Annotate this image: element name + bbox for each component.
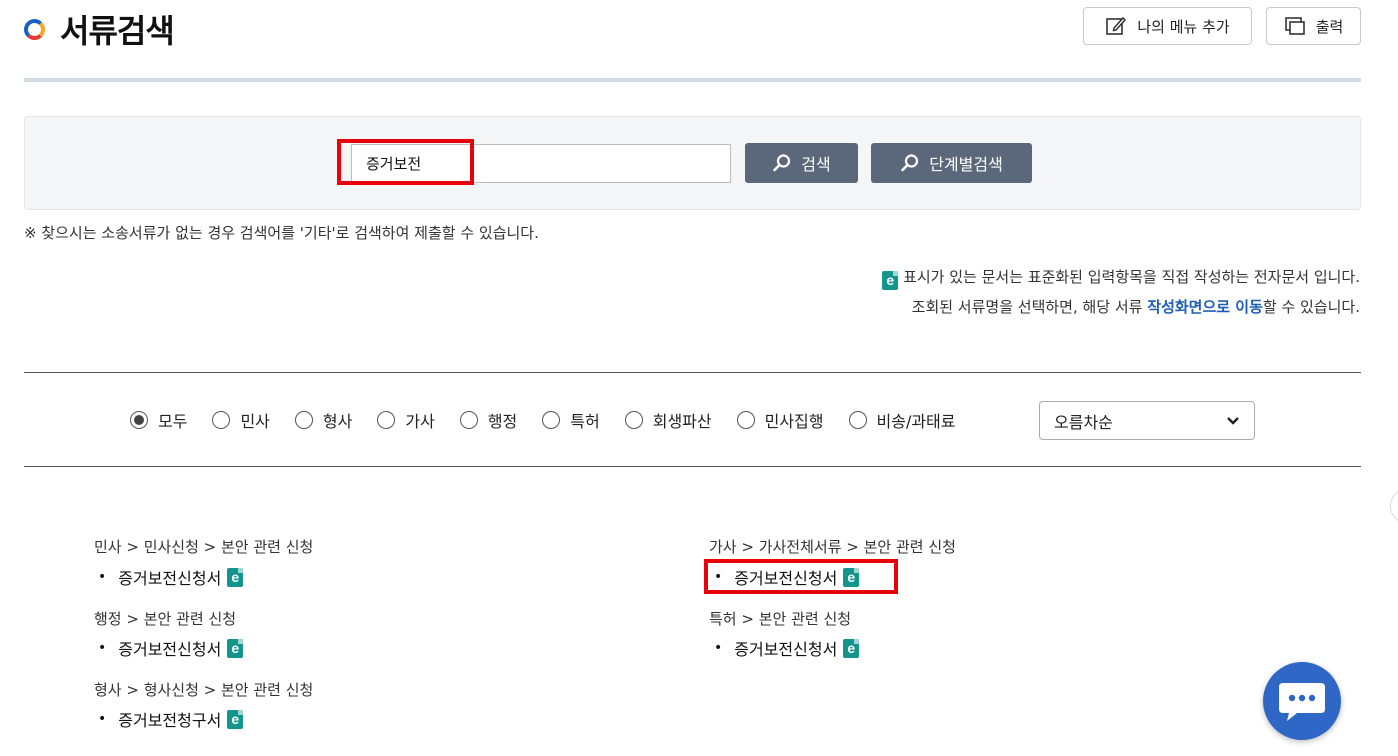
- category-filter-group: 모두 민사 형사 가사 행정 특허 회생파산 민사집행 비송/과태료: [130, 408, 981, 432]
- side-panel-handle[interactable]: [1390, 488, 1398, 524]
- radio-civil[interactable]: 민사: [212, 408, 270, 432]
- e-document-icon: e: [843, 638, 860, 658]
- result-document-name: 증거보전신청서: [118, 640, 222, 659]
- search-icon: [901, 154, 919, 172]
- radio-circle: [459, 411, 478, 429]
- radio-all[interactable]: 모두: [130, 408, 187, 432]
- chevron-down-icon: [1227, 416, 1239, 425]
- search-button-label: 검색: [801, 155, 831, 174]
- navigate-info-line: 조회된 서류명을 선택하면, 해당 서류 작성화면으로 이동할 수 있습니다.: [912, 296, 1360, 317]
- print-label: 출력: [1315, 17, 1344, 36]
- result-document-link[interactable]: • 증거보전청구서 e: [98, 707, 244, 731]
- result-document-link[interactable]: • 증거보전신청서 e: [714, 636, 860, 660]
- filter-top-divider: [24, 372, 1361, 373]
- search-button[interactable]: 검색: [745, 143, 858, 183]
- edoc-info-line: e 표시가 있는 문서는 표준화된 입력항목을 직접 작성하는 전자문서 입니다…: [882, 266, 1360, 290]
- e-document-icon: e: [227, 567, 244, 587]
- e-document-icon: e: [227, 638, 244, 658]
- title-logo-icon: [24, 19, 45, 40]
- navigate-info-link-text: 작성화면으로 이동: [1147, 298, 1263, 316]
- search-notice: ※ 찾으시는 소송서류가 없는 경우 검색어를 '기타'로 검색하여 제출할 수…: [24, 224, 539, 242]
- print-button[interactable]: 출력: [1266, 7, 1361, 45]
- page-title: 서류검색: [60, 12, 175, 50]
- result-document-name: 증거보전신청서: [118, 569, 222, 588]
- radio-label: 형사: [322, 412, 353, 431]
- radio-label: 모두: [158, 412, 188, 431]
- radio-label: 특허: [570, 412, 600, 431]
- radio-civil-execution[interactable]: 민사집행: [736, 408, 824, 432]
- bullet: •: [98, 711, 107, 727]
- step-search-button[interactable]: 단계별검색: [871, 143, 1032, 183]
- bullet: •: [714, 569, 723, 585]
- e-document-icon: e: [882, 271, 899, 290]
- radio-circle: [848, 411, 867, 429]
- result-document-name: 증거보전청구서: [118, 711, 222, 730]
- sort-order-select[interactable]: 오름차순: [1039, 401, 1255, 440]
- result-document-name: 증거보전신청서: [734, 569, 838, 588]
- step-search-button-label: 단계별검색: [929, 155, 1003, 174]
- radio-label: 민사집행: [764, 412, 824, 431]
- radio-bankruptcy[interactable]: 회생파산: [624, 408, 712, 432]
- chatbot-button[interactable]: [1263, 662, 1341, 740]
- print-icon: [1284, 17, 1305, 35]
- bullet: •: [714, 640, 723, 656]
- radio-circle: [542, 411, 561, 429]
- result-document-link[interactable]: • 증거보전신청서 e: [98, 636, 244, 660]
- search-input[interactable]: [351, 144, 731, 183]
- radio-circle: [212, 411, 231, 429]
- result-category-path: 가사 > 가사전체서류 > 본안 관련 신청: [709, 538, 956, 556]
- bullet: •: [98, 640, 107, 656]
- navigate-info-suffix: 할 수 있습니다.: [1262, 298, 1360, 316]
- radio-circle: [294, 411, 313, 429]
- result-category-path: 특허 > 본안 관련 신청: [709, 610, 852, 628]
- result-document-link[interactable]: • 증거보전신청서 e: [714, 565, 860, 589]
- e-document-icon: e: [843, 567, 860, 587]
- result-document-name: 증거보전신청서: [734, 640, 838, 659]
- add-my-menu-label: 나의 메뉴 추가: [1137, 17, 1230, 36]
- radio-selected-dot: [134, 415, 144, 425]
- header-divider: [24, 78, 1361, 82]
- navigate-info-prefix: 조회된 서류명을 선택하면, 해당 서류: [911, 298, 1148, 316]
- bullet: •: [98, 569, 107, 585]
- result-category-path: 형사 > 형사신청 > 본안 관련 신청: [94, 681, 314, 699]
- e-document-icon: e: [227, 709, 244, 729]
- radio-circle: [130, 411, 148, 429]
- radio-family[interactable]: 가사: [377, 408, 435, 432]
- radio-label: 회생파산: [652, 412, 712, 431]
- radio-administrative[interactable]: 행정: [459, 408, 518, 432]
- edit-icon: [1106, 16, 1127, 35]
- sort-order-value: 오름차순: [1054, 412, 1113, 432]
- radio-circle: [736, 411, 755, 429]
- radio-label: 가사: [405, 412, 435, 431]
- radio-non-contentious[interactable]: 비송/과태료: [848, 408, 956, 432]
- radio-label: 비송/과태료: [876, 412, 956, 431]
- result-document-link[interactable]: • 증거보전신청서 e: [98, 565, 244, 589]
- filter-bottom-divider: [24, 466, 1361, 467]
- search-icon: [773, 154, 791, 172]
- radio-label: 민사: [240, 412, 270, 431]
- radio-criminal[interactable]: 형사: [294, 408, 353, 432]
- radio-circle: [377, 411, 396, 429]
- add-my-menu-button[interactable]: 나의 메뉴 추가: [1083, 7, 1252, 45]
- radio-circle: [624, 411, 643, 429]
- radio-label: 행정: [487, 412, 518, 431]
- chat-bubble-icon: [1279, 683, 1325, 721]
- radio-patent[interactable]: 특허: [542, 408, 600, 432]
- result-category-path: 행정 > 본안 관련 신청: [94, 610, 237, 628]
- edoc-info-text: 표시가 있는 문서는 표준화된 입력항목을 직접 작성하는 전자문서 입니다.: [903, 268, 1360, 286]
- result-category-path: 민사 > 민사신청 > 본안 관련 신청: [94, 538, 314, 556]
